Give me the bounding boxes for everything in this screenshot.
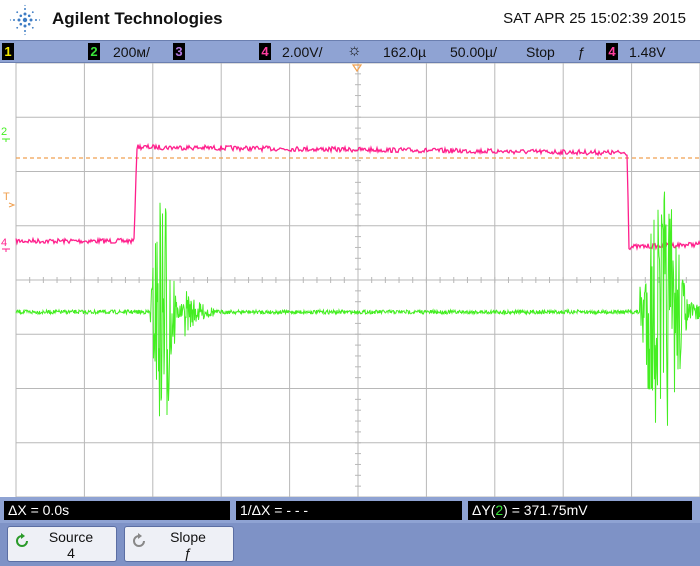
inverse-delta-x-readout: 1/ΔX = - - - xyxy=(236,501,462,520)
delta-y-value: ) = 371.75mV xyxy=(503,502,588,518)
refresh-icon xyxy=(133,533,145,547)
date-time: SAT APR 25 15:02:39 2015 xyxy=(503,10,686,27)
channel-3-indicator[interactable]: 3 xyxy=(173,43,185,60)
slope-softkey-value: ƒ xyxy=(184,545,192,561)
waveform-display[interactable]: 2 T 4 xyxy=(0,63,700,497)
channel-4-indicator[interactable]: 4 xyxy=(259,43,271,60)
agilent-spark-logo-icon xyxy=(9,4,41,36)
trigger-marker[interactable]: T xyxy=(3,191,10,203)
trigger-slope-icon: ƒ xyxy=(577,44,585,60)
measurement-bar: ΔX = 0.0s 1/ΔX = - - - ΔY(2) = 371.75mV xyxy=(0,497,700,523)
source-softkey-value: 4 xyxy=(67,545,75,561)
channel-status-bar: 1 2 200ᴍ/ 3 4 2.00V/ ☼ 162.0µ 50.00µ/ St… xyxy=(0,40,700,63)
trigger-channel-indicator: 4 xyxy=(606,43,618,60)
waveform-plot: 2 T 4 xyxy=(1,63,700,497)
softkey-bar: Source 4 Slope ƒ xyxy=(0,523,700,566)
time-delay: 162.0µ xyxy=(383,44,427,60)
trigger-level: 1.48V xyxy=(629,44,666,60)
title-bar: Agilent Technologies SAT APR 25 15:02:39… xyxy=(0,0,700,40)
delta-y-readout: ΔY(2) = 371.75mV xyxy=(468,501,692,520)
slope-softkey[interactable]: Slope ƒ xyxy=(124,526,234,562)
channel-4-scale: 2.00V/ xyxy=(282,44,323,60)
channel-2-ground-icon xyxy=(2,138,10,142)
source-softkey[interactable]: Source 4 xyxy=(7,526,117,562)
delta-x-readout: ΔX = 0.0s xyxy=(4,501,230,520)
source-softkey-label: Source xyxy=(48,529,94,545)
refresh-icon xyxy=(16,533,28,547)
delta-y-prefix: ΔY( xyxy=(472,502,496,518)
channel-4-ground-marker[interactable]: 4 xyxy=(1,237,7,249)
trigger-time-marker-icon xyxy=(351,64,363,73)
channel-4-ground-icon xyxy=(2,248,10,252)
channel-1-indicator[interactable]: 1 xyxy=(2,43,14,60)
channel-2-ground-marker[interactable]: 2 xyxy=(1,126,7,138)
channel-2-scale: 200ᴍ/ xyxy=(113,44,150,60)
acquisition-icon: ☼ xyxy=(347,42,362,59)
brand-name: Agilent Technologies xyxy=(52,9,223,28)
channel-2-indicator[interactable]: 2 xyxy=(88,43,100,60)
trigger-arrow-icon xyxy=(8,202,16,208)
run-state: Stop xyxy=(526,44,555,60)
graticule xyxy=(15,63,700,497)
timebase-scale: 50.00µ/ xyxy=(450,44,497,60)
slope-softkey-label: Slope xyxy=(170,529,206,545)
delta-y-channel: 2 xyxy=(495,502,504,518)
